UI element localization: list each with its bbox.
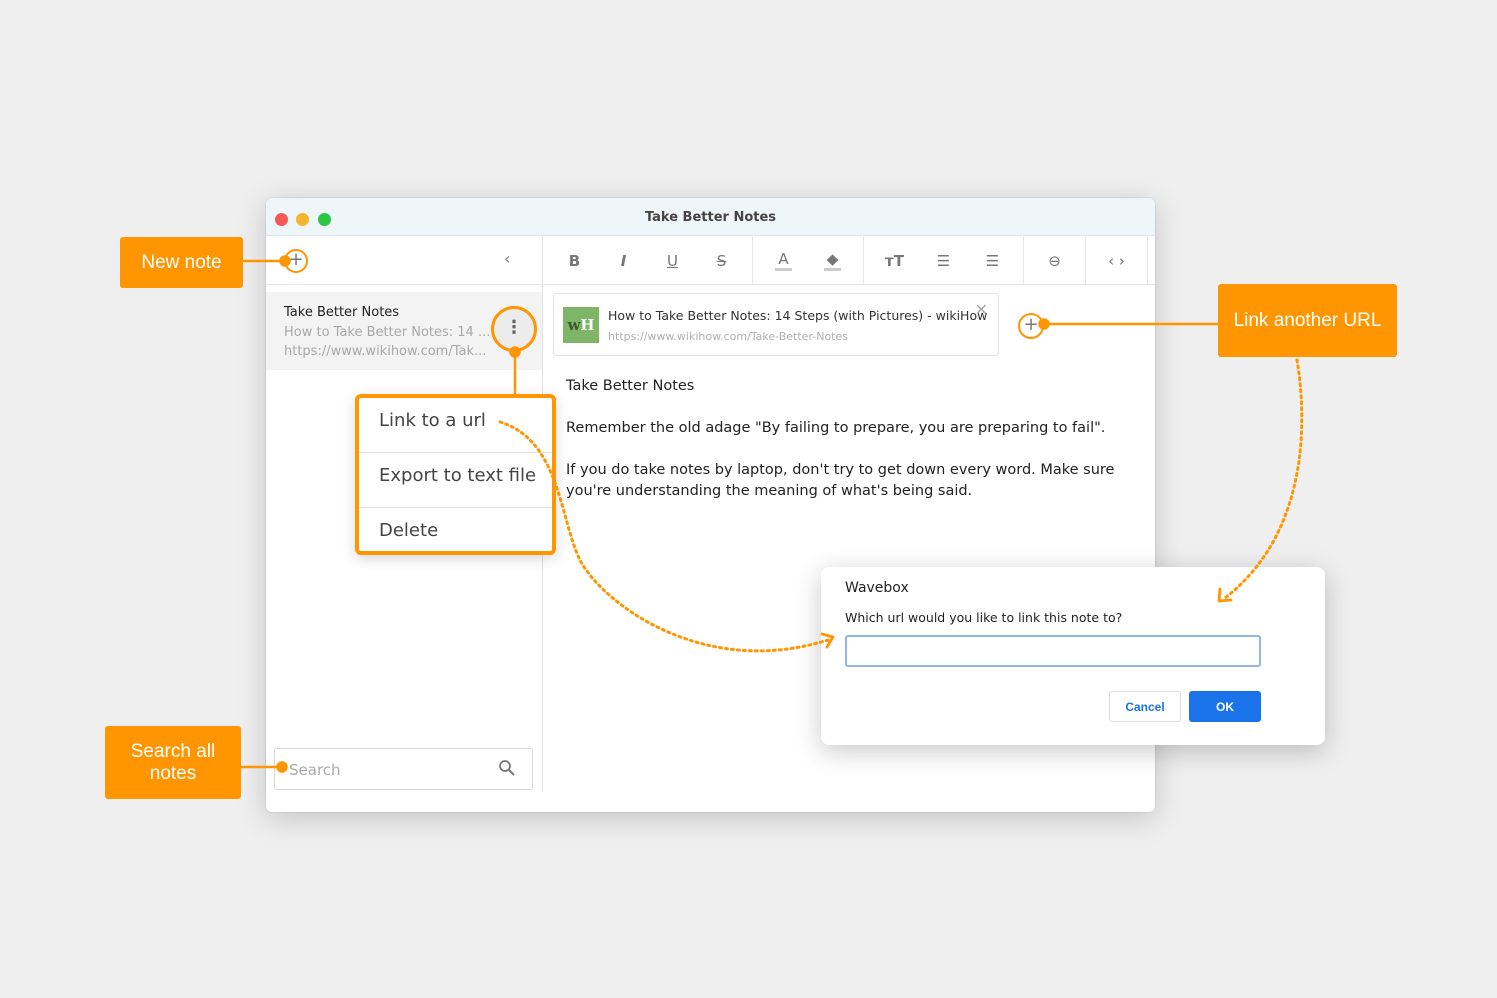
linked-url-title: How to Take Better Notes: 14 Steps (with… bbox=[608, 308, 988, 323]
callout-search-all-notes: Search all notes bbox=[105, 726, 241, 799]
highlight-button[interactable]: ◆ bbox=[808, 237, 857, 284]
underline-button[interactable]: U bbox=[648, 237, 697, 284]
plus-icon: + bbox=[1023, 314, 1039, 335]
menu-item-link-url[interactable]: Link to a url bbox=[359, 398, 552, 453]
highlight-icon: ◆ bbox=[823, 250, 842, 271]
note-editor[interactable]: Take Better Notes Remember the old adage… bbox=[566, 376, 1136, 523]
bullet-list-icon: ☰ bbox=[985, 251, 1000, 270]
callout-text: Search all notes bbox=[130, 740, 216, 784]
more-vertical-icon: ⋮ bbox=[505, 317, 523, 338]
plus-icon: + bbox=[288, 249, 304, 270]
add-link-button[interactable]: + bbox=[1018, 313, 1044, 339]
note-list-item[interactable]: Take Better Notes How to Take Better Not… bbox=[266, 292, 542, 370]
sidebar-toolbar: + ‹ bbox=[266, 237, 542, 285]
note-paragraph: If you do take notes by laptop, don't tr… bbox=[566, 462, 1115, 499]
note-context-menu: Link to a url Export to text file Delete bbox=[355, 394, 556, 555]
note-title: Take Better Notes bbox=[284, 305, 400, 320]
strikethrough-icon: S bbox=[716, 251, 727, 270]
note-preview: How to Take Better Notes: 14 ... bbox=[284, 325, 489, 340]
new-note-button[interactable]: + bbox=[284, 249, 308, 273]
more-button[interactable]: ⌄ bbox=[1154, 237, 1155, 284]
menu-item-delete[interactable]: Delete bbox=[359, 508, 552, 563]
underline-icon: U bbox=[667, 251, 678, 270]
strikethrough-button[interactable]: S bbox=[697, 237, 746, 284]
toolbar-group: BIUS bbox=[544, 237, 753, 284]
text-color-button[interactable]: A bbox=[759, 237, 808, 284]
menu-item-export-text[interactable]: Export to text file bbox=[359, 453, 552, 508]
collapse-sidebar-button[interactable]: ‹ bbox=[504, 249, 510, 268]
text-color-icon: A bbox=[775, 250, 792, 271]
remove-link-icon[interactable]: ✕ bbox=[975, 300, 988, 319]
note-url: https://www.wikihow.com/Tak... bbox=[284, 344, 487, 359]
bold-button[interactable]: B bbox=[550, 237, 599, 284]
toolbar-group: ⊖ bbox=[1024, 237, 1086, 284]
toolbar-group: ‹ › bbox=[1086, 237, 1148, 284]
callout-link-another-url: Link another URL bbox=[1218, 284, 1397, 357]
callout-new-note: New note bbox=[120, 237, 243, 288]
dialog-message: Which url would you like to link this no… bbox=[845, 610, 1123, 625]
font-size-button[interactable]: тT bbox=[870, 237, 919, 284]
link-url-dialog: Wavebox Which url would you like to link… bbox=[821, 567, 1325, 745]
note-paragraph: Take Better Notes bbox=[566, 378, 695, 394]
toolbar-group: тT ☰ ☰ bbox=[864, 237, 1024, 284]
wikihow-logo: wH bbox=[563, 307, 599, 343]
search-box bbox=[274, 748, 533, 790]
numbered-list-button[interactable]: ☰ bbox=[919, 237, 968, 284]
link-button[interactable]: ⊖ bbox=[1030, 237, 1079, 284]
font-size-icon: тT bbox=[885, 251, 904, 270]
search-input[interactable] bbox=[289, 759, 489, 781]
italic-button[interactable]: I bbox=[599, 237, 648, 284]
search-icon[interactable] bbox=[498, 759, 516, 777]
bold-icon: B bbox=[568, 251, 581, 270]
note-menu-button[interactable]: ⋮ bbox=[491, 306, 537, 352]
title-bar: Take Better Notes bbox=[266, 198, 1155, 236]
note-paragraph: Remember the old adage "By failing to pr… bbox=[566, 420, 1106, 436]
toolbar-group: ⌄ bbox=[1148, 237, 1155, 284]
italic-icon: I bbox=[620, 251, 627, 270]
ok-button[interactable]: OK bbox=[1189, 691, 1261, 722]
code-button[interactable]: ‹ › bbox=[1092, 237, 1141, 284]
window-title: Take Better Notes bbox=[644, 210, 777, 225]
toolbar-group: A ◆ bbox=[753, 237, 864, 284]
bullet-list-button[interactable]: ☰ bbox=[968, 237, 1017, 284]
chevron-left-icon: ‹ bbox=[504, 249, 511, 268]
link-icon: ⊖ bbox=[1048, 251, 1061, 270]
dotted-arrow-link-another bbox=[1223, 358, 1304, 600]
dialog-title: Wavebox bbox=[845, 580, 909, 596]
cancel-button[interactable]: Cancel bbox=[1109, 691, 1181, 722]
code-icon: ‹ › bbox=[1108, 251, 1125, 270]
formatting-toolbar: BIUSA◆тT☰☰⊖‹ ›⌄ bbox=[544, 237, 1155, 285]
linked-url-card[interactable]: wH How to Take Better Notes: 14 Steps (w… bbox=[553, 293, 999, 356]
linked-url-address: https://www.wikihow.com/Take-Better-Note… bbox=[608, 330, 848, 343]
url-input[interactable] bbox=[845, 635, 1261, 667]
numbered-list-icon: ☰ bbox=[936, 251, 951, 270]
